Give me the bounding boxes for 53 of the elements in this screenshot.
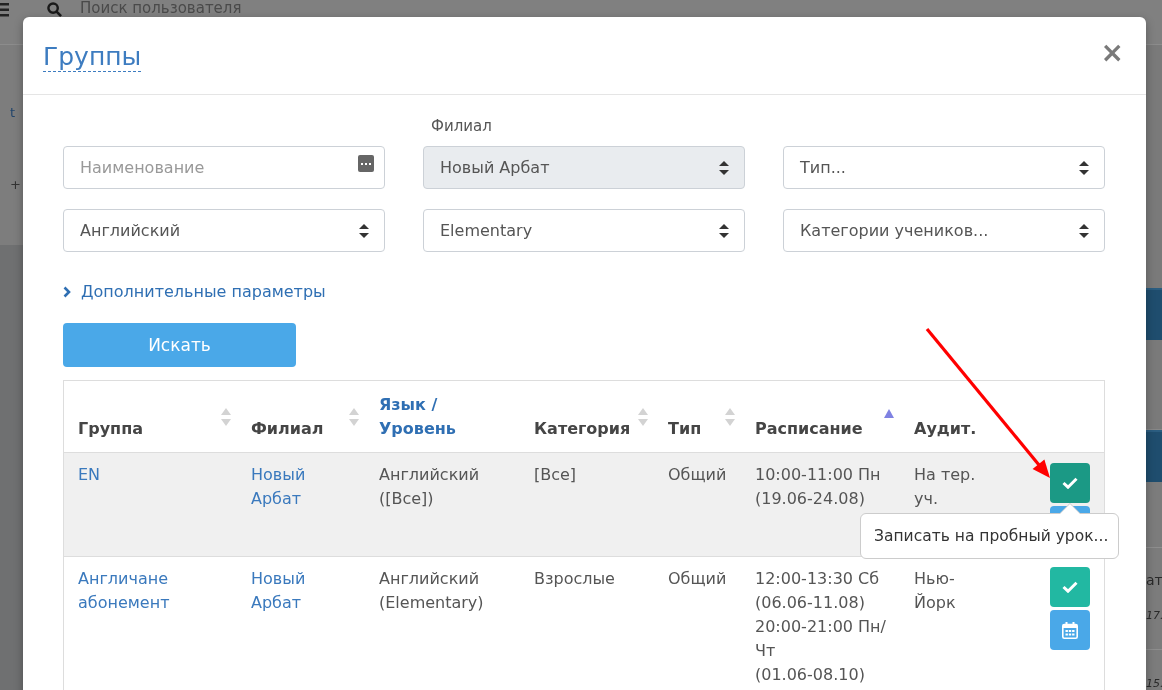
page-text-fragment: ат bbox=[1146, 572, 1162, 588]
column-header[interactable]: Филиал bbox=[251, 417, 324, 441]
branch-link[interactable]: Новый Арбат bbox=[251, 463, 357, 511]
column-header[interactable]: Расписание bbox=[755, 417, 863, 441]
table-cell: Взрослые bbox=[534, 569, 615, 588]
sort-icon[interactable] bbox=[349, 408, 359, 426]
advanced-params-link[interactable]: Дополнительные параметры bbox=[63, 282, 326, 302]
calendar-icon bbox=[1062, 621, 1078, 639]
select-arrows-icon bbox=[719, 223, 729, 238]
page-text-fragment: 17. bbox=[1146, 608, 1162, 624]
select-field[interactable]: Категории учеников... bbox=[783, 209, 1105, 252]
sort-icon[interactable] bbox=[221, 408, 231, 426]
schedule-cell-text: 12:00-13:30 Сб (06.06-11.08) 20:00-21:00 Пн/Чт (01.06-08.10) bbox=[755, 568, 887, 686]
table-cell: [Все] bbox=[534, 465, 577, 484]
search-icon[interactable] bbox=[47, 2, 62, 17]
branch-link[interactable]: Новый Арбат bbox=[251, 567, 357, 615]
column-header[interactable]: Группа bbox=[78, 417, 143, 441]
sort-ascending-icon[interactable] bbox=[884, 409, 894, 418]
table-cell: Английский (Elementary) bbox=[379, 569, 484, 612]
group-link[interactable]: EN bbox=[78, 463, 101, 487]
select-arrows-icon bbox=[359, 223, 369, 238]
check-button[interactable] bbox=[1050, 463, 1090, 503]
check-button[interactable] bbox=[1050, 567, 1090, 607]
page-text-fragment: 15. bbox=[1146, 677, 1162, 690]
column-header-link[interactable]: Язык / Уровень bbox=[379, 393, 514, 441]
table-cell: Английский ([Все]) bbox=[379, 465, 480, 508]
column-header[interactable]: Категория bbox=[534, 417, 631, 441]
sort-icon[interactable] bbox=[725, 408, 735, 426]
page-text-fragment: + bbox=[10, 176, 21, 194]
column-header[interactable]: Тип bbox=[668, 417, 702, 441]
select-field[interactable]: Тип... bbox=[783, 146, 1105, 189]
table-cell: Общий bbox=[668, 569, 727, 588]
page-header-band bbox=[1146, 430, 1162, 482]
close-button[interactable]: × bbox=[1100, 43, 1124, 63]
select-field[interactable]: Английский bbox=[63, 209, 385, 252]
check-icon bbox=[1062, 477, 1078, 489]
dialog-title: Группы bbox=[43, 43, 142, 72]
field-label: Филиал bbox=[431, 117, 492, 135]
check-icon bbox=[1062, 581, 1078, 593]
table-cell: Общий bbox=[668, 465, 727, 484]
select-arrows-icon bbox=[719, 160, 729, 175]
group-link[interactable]: Англичане абонемент bbox=[78, 567, 229, 615]
table-cell: Нью-Йорк bbox=[914, 569, 956, 612]
select-field[interactable]: Elementary bbox=[423, 209, 745, 252]
select-arrows-icon bbox=[1079, 160, 1089, 175]
column-header[interactable]: Аудит. bbox=[914, 417, 977, 441]
sort-icon[interactable] bbox=[638, 408, 648, 426]
select-arrows-icon bbox=[1079, 223, 1089, 238]
page-text-fragment: t bbox=[10, 104, 16, 122]
calendar-button[interactable] bbox=[1050, 610, 1090, 650]
dots-icon bbox=[358, 155, 374, 172]
page-header-band bbox=[1146, 288, 1162, 340]
menu-icon[interactable] bbox=[0, 3, 9, 17]
